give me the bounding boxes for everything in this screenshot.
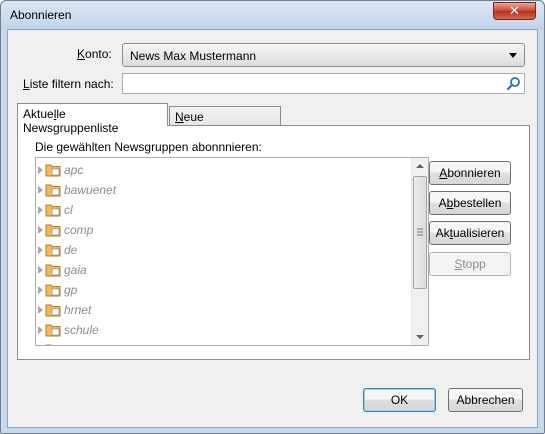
account-label: Konto: bbox=[77, 47, 112, 61]
close-icon: ✕ bbox=[509, 3, 520, 18]
tree-scrollbar[interactable] bbox=[411, 158, 428, 345]
tree-row-label: apc bbox=[64, 163, 84, 177]
tree-row-label: sci bbox=[64, 343, 79, 345]
tree-row-label: schule bbox=[64, 323, 99, 337]
scroll-thumb[interactable] bbox=[413, 176, 427, 289]
expand-arrow-icon[interactable] bbox=[38, 206, 43, 214]
tree-row[interactable]: gaia bbox=[36, 260, 406, 280]
tree-row-label: comp bbox=[64, 223, 94, 237]
newsgroup-folder-icon bbox=[45, 244, 61, 257]
unsubscribe-button[interactable]: Abbestellen bbox=[429, 191, 511, 215]
newsgroup-folder-icon bbox=[45, 324, 61, 337]
newsgroup-folder-icon bbox=[45, 184, 61, 197]
tree-row-label: gaia bbox=[64, 263, 87, 277]
window-title: Abonnieren bbox=[10, 8, 72, 22]
tree-row[interactable]: bawuenet bbox=[36, 180, 406, 200]
stop-button[interactable]: Stopp bbox=[429, 252, 511, 276]
expand-arrow-icon[interactable] bbox=[38, 306, 43, 314]
dialog-window: Abonnieren ✕ Konto: News Max Mustermann … bbox=[0, 0, 545, 434]
grip-icon bbox=[417, 228, 423, 236]
filter-label: Liste filtern nach: bbox=[23, 77, 114, 91]
expand-arrow-icon[interactable] bbox=[38, 266, 43, 274]
tree-row[interactable]: sci bbox=[36, 340, 406, 345]
chevron-down-icon bbox=[509, 53, 517, 58]
tree-row-label: de bbox=[64, 243, 78, 257]
tree-row[interactable]: gp bbox=[36, 280, 406, 300]
tree-row[interactable]: cl bbox=[36, 200, 406, 220]
refresh-button[interactable]: Aktualisieren bbox=[429, 221, 511, 245]
newsgroup-folder-icon bbox=[45, 344, 52, 345]
newsgroup-folder-icon bbox=[45, 264, 61, 277]
expand-arrow-icon[interactable] bbox=[38, 186, 43, 194]
tree-row-label: cl bbox=[64, 203, 73, 217]
ok-button[interactable]: OK bbox=[363, 388, 436, 412]
newsgroup-folder-icon bbox=[45, 304, 61, 317]
cancel-button[interactable]: Abbrechen bbox=[448, 388, 523, 412]
expand-arrow-icon[interactable] bbox=[38, 246, 43, 254]
tree-row[interactable]: apc bbox=[36, 160, 406, 180]
dialog-client-area: Konto: News Max Mustermann Liste filtern… bbox=[7, 29, 538, 428]
scroll-down-icon[interactable] bbox=[412, 328, 428, 345]
tree-row[interactable]: de bbox=[36, 240, 406, 260]
expand-arrow-icon[interactable] bbox=[38, 326, 43, 334]
tree-row-label: bawuenet bbox=[64, 183, 117, 197]
title-bar[interactable]: Abonnieren ✕ bbox=[1, 1, 544, 29]
instruction-label: Die gewählten Newsgruppen abonnnieren: bbox=[35, 140, 262, 154]
newsgroup-folder-icon bbox=[45, 164, 61, 177]
expand-arrow-icon[interactable] bbox=[38, 286, 43, 294]
filter-input[interactable] bbox=[122, 73, 525, 94]
tree-row[interactable]: schule bbox=[36, 320, 406, 340]
tab-current-newsgroups[interactable]: Aktuelle Newsgruppenliste bbox=[17, 103, 168, 135]
account-select-value: News Max Mustermann bbox=[130, 49, 257, 63]
tree-row[interactable]: hrnet bbox=[36, 300, 406, 320]
expand-arrow-icon[interactable] bbox=[38, 226, 43, 234]
newsgroup-folder-icon bbox=[45, 224, 61, 237]
tree-row[interactable]: comp bbox=[36, 220, 406, 240]
scroll-up-icon[interactable] bbox=[412, 158, 428, 175]
account-select[interactable]: News Max Mustermann bbox=[122, 43, 525, 67]
newsgroup-tree[interactable]: apc bawuenet cl comp de gaia gp hrnet schule sci bbox=[35, 157, 429, 346]
tree-row-label: gp bbox=[64, 283, 78, 297]
close-button[interactable]: ✕ bbox=[493, 2, 536, 20]
expand-arrow-icon[interactable] bbox=[38, 166, 43, 174]
subscribe-button[interactable]: Abonnieren bbox=[429, 161, 511, 185]
newsgroup-folder-icon bbox=[45, 204, 61, 217]
search-icon[interactable] bbox=[506, 76, 521, 91]
tree-row-label: hrnet bbox=[64, 303, 92, 317]
newsgroup-folder-icon bbox=[45, 284, 61, 297]
tab-panel: Die gewählten Newsgruppen abonnnieren: a… bbox=[17, 125, 530, 360]
